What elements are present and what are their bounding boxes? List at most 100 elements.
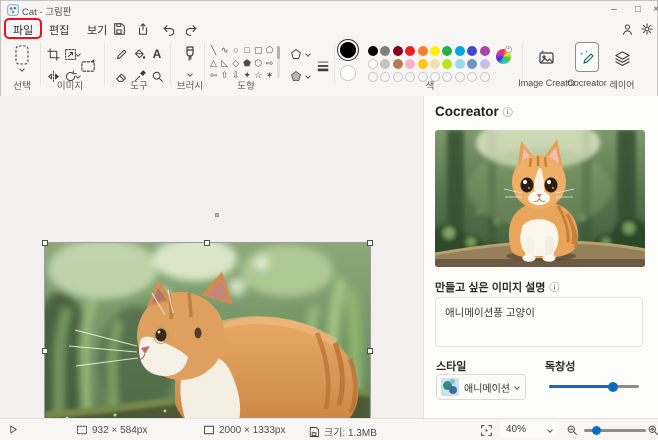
primary-color-swatch[interactable]: [340, 42, 356, 58]
color-swatch[interactable]: [368, 46, 378, 56]
secondary-color-swatch[interactable]: [340, 65, 356, 81]
color-swatch[interactable]: [380, 46, 390, 56]
creativity-thumb[interactable]: [608, 382, 618, 392]
brush-dropdown-chevron-icon[interactable]: [187, 71, 193, 77]
color-swatch[interactable]: [418, 46, 428, 56]
line-width-icon[interactable]: [313, 54, 333, 78]
empty-color-slot[interactable]: [467, 72, 477, 82]
close-button[interactable]: ×: [646, 2, 658, 16]
cocreator-tab-label[interactable]: Cocreator: [567, 78, 607, 88]
style-dropdown[interactable]: 애니메이션: [436, 374, 526, 400]
color-swatch[interactable]: [393, 59, 403, 69]
color-swatch[interactable]: [442, 46, 452, 56]
empty-color-slot[interactable]: [368, 72, 378, 82]
layers-label[interactable]: 레이어: [610, 78, 635, 91]
shape-item[interactable]: ⬠: [264, 44, 275, 56]
info-icon[interactable]: ⓘ: [503, 108, 513, 119]
zoom-out-icon[interactable]: [566, 424, 578, 436]
image-creator-icon[interactable]: [535, 46, 559, 70]
shape-item[interactable]: ○: [230, 44, 241, 56]
shape-item[interactable]: ╲: [208, 44, 219, 56]
color-swatch[interactable]: [380, 59, 390, 69]
empty-color-slot[interactable]: [380, 72, 390, 82]
shape-item[interactable]: □: [242, 44, 253, 56]
select-tool-button[interactable]: [8, 41, 36, 75]
canvas-resize-handle[interactable]: [215, 213, 219, 217]
color-swatch[interactable]: [442, 59, 452, 69]
zoom-level-dropdown[interactable]: 40%: [500, 421, 558, 438]
selection-handle[interactable]: [367, 240, 373, 246]
shape-item[interactable]: ⇧: [219, 69, 230, 81]
color-swatch[interactable]: [405, 46, 415, 56]
fill-dropdown-chevron-icon[interactable]: [305, 73, 311, 79]
maximize-button[interactable]: □: [628, 2, 648, 16]
shape-item[interactable]: ▢: [253, 44, 264, 56]
layers-icon[interactable]: [610, 46, 634, 70]
color-swatch[interactable]: [418, 59, 428, 69]
color-swatch[interactable]: [430, 46, 440, 56]
menu-file[interactable]: 파일: [6, 20, 40, 37]
share-icon[interactable]: [134, 21, 152, 37]
zoom-slider-thumb[interactable]: [592, 426, 601, 435]
color-swatch[interactable]: [393, 46, 403, 56]
remove-background-icon[interactable]: [76, 54, 100, 78]
empty-color-slot[interactable]: [393, 72, 403, 82]
color-swatch[interactable]: [405, 59, 415, 69]
shape-fill-icon[interactable]: [288, 66, 304, 86]
prompt-input[interactable]: 애니메이션풍 고양이: [435, 297, 643, 347]
fill-bucket-icon[interactable]: [129, 44, 149, 64]
fit-to-screen-icon[interactable]: [480, 424, 493, 437]
selection-handle[interactable]: [204, 240, 210, 246]
cocreator-icon[interactable]: [577, 46, 597, 68]
eraser-icon[interactable]: [111, 66, 131, 86]
creativity-slider[interactable]: [549, 385, 639, 388]
shape-item[interactable]: ⬟: [242, 57, 253, 69]
generated-image-preview[interactable]: [435, 130, 645, 267]
edit-colors-wheel-icon[interactable]: +: [496, 49, 511, 64]
pencil-icon[interactable]: [111, 44, 131, 64]
shapes-scrollbar[interactable]: [277, 46, 280, 78]
color-swatch[interactable]: [480, 46, 490, 56]
magnifier-icon[interactable]: [147, 66, 167, 86]
selection-handle[interactable]: [42, 348, 48, 354]
empty-color-slot[interactable]: [455, 72, 465, 82]
shape-item[interactable]: ◺: [219, 57, 230, 69]
shape-item[interactable]: ◇: [230, 57, 241, 69]
zoom-dropdown-chevron-icon[interactable]: [547, 427, 553, 433]
outline-dropdown-chevron-icon[interactable]: [305, 51, 311, 57]
color-swatch[interactable]: [455, 59, 465, 69]
save-icon[interactable]: [110, 21, 128, 37]
color-swatch[interactable]: [480, 59, 490, 69]
color-swatch[interactable]: [368, 59, 378, 69]
shape-item[interactable]: ✶: [264, 69, 275, 81]
shape-outline-icon[interactable]: [288, 44, 304, 64]
color-swatch[interactable]: [467, 46, 477, 56]
shape-item[interactable]: ∿: [219, 44, 230, 56]
account-icon[interactable]: [618, 21, 636, 37]
canvas-image[interactable]: [45, 243, 370, 440]
color-swatch[interactable]: [467, 59, 477, 69]
color-swatch[interactable]: [455, 46, 465, 56]
brush-icon[interactable]: [178, 42, 202, 68]
empty-color-slot[interactable]: [442, 72, 452, 82]
style-dropdown-chevron-icon[interactable]: [514, 384, 520, 390]
undo-icon[interactable]: [159, 21, 177, 37]
shape-item[interactable]: △: [208, 57, 219, 69]
selection-handle[interactable]: [42, 240, 48, 246]
prompt-info-icon[interactable]: ⓘ: [549, 283, 559, 294]
shape-item[interactable]: ⇦: [208, 69, 219, 81]
select-dropdown-chevron-icon[interactable]: [19, 66, 25, 72]
zoom-in-icon[interactable]: [647, 424, 658, 436]
selection-handle[interactable]: [367, 348, 373, 354]
menu-edit[interactable]: 편집: [42, 20, 76, 37]
shape-item[interactable]: ⇨: [264, 57, 275, 69]
minimize-button[interactable]: –: [604, 2, 624, 16]
settings-gear-icon[interactable]: [638, 21, 656, 37]
text-tool-icon[interactable]: A: [147, 44, 167, 64]
empty-color-slot[interactable]: [480, 72, 490, 82]
canvas-area[interactable]: [0, 96, 423, 418]
empty-color-slot[interactable]: [405, 72, 415, 82]
color-swatch[interactable]: [430, 59, 440, 69]
zoom-slider[interactable]: [584, 429, 646, 432]
shape-item[interactable]: ⬡: [253, 57, 264, 69]
